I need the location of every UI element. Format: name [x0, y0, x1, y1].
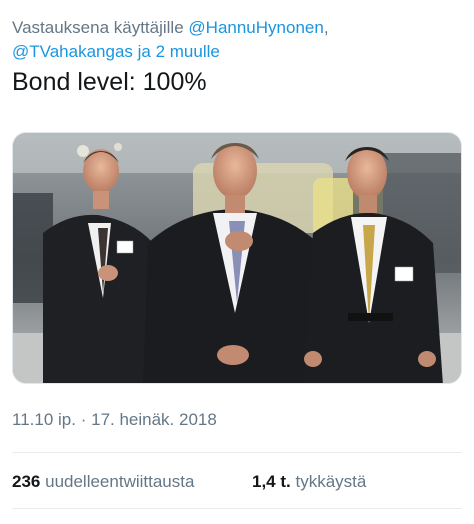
tweet-detail: Vastauksena käyttäjille @HannuHynonen, @…: [0, 0, 474, 524]
tweet-stats: 236 uudelleentwiittausta 1,4 t. tykkäyst…: [12, 470, 366, 494]
mention-link-hannuhynonen[interactable]: @HannuHynonen: [188, 18, 323, 37]
retweets-count: 236: [12, 472, 41, 491]
timestamp-dot: ·: [80, 410, 87, 429]
retweets-stat[interactable]: 236 uudelleentwiittausta: [12, 470, 194, 494]
likes-count: 1,4 t.: [252, 472, 291, 491]
timestamp-date: 17. heinäk. 2018: [91, 410, 217, 429]
photo-image: [13, 133, 461, 383]
mention-separator: ,: [323, 18, 329, 37]
reply-others-link[interactable]: ja 2 muulle: [138, 42, 220, 61]
divider-top: [12, 452, 462, 453]
likes-stat[interactable]: 1,4 t. tykkäystä: [252, 470, 366, 494]
reply-context: Vastauksena käyttäjille @HannuHynonen, @…: [12, 16, 462, 64]
reply-prefix: Vastauksena käyttäjille: [12, 18, 184, 37]
tweet-text: Bond level: 100%: [12, 68, 207, 96]
timestamp-time: 11.10 ip.: [12, 410, 76, 429]
retweets-label: uudelleentwiittausta: [45, 472, 195, 491]
tweet-timestamp[interactable]: 11.10 ip. · 17. heinäk. 2018: [12, 408, 217, 432]
likes-label: tykkäystä: [295, 472, 367, 491]
divider-bottom: [12, 508, 462, 509]
mention-link-tvahakangas[interactable]: @TVahakangas: [12, 42, 133, 61]
tweet-photo[interactable]: [12, 132, 462, 384]
